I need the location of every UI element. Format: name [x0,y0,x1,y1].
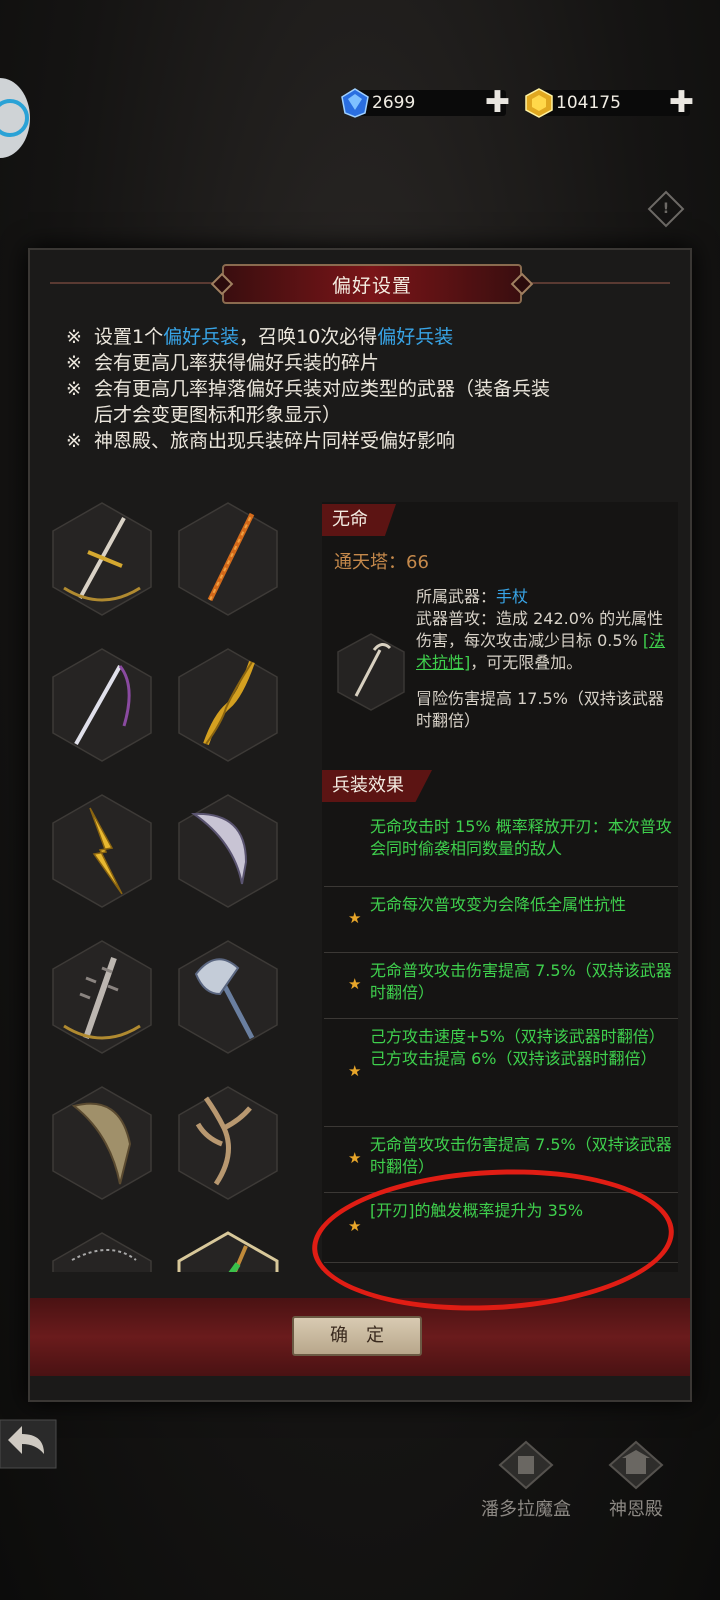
temple-icon [608,1440,664,1490]
note-line: ※ 会有更高几率获得偏好兵装的碎片 [66,352,380,374]
weapon-slot[interactable] [176,1084,280,1202]
note-line: ※ 设置1个偏好兵装，召唤10次必得偏好兵装 [66,326,454,348]
star-icon: ★ [348,909,362,927]
weapon-type: 手杖 [496,587,529,606]
title-divider-left [50,282,222,284]
horn-blade-icon [52,1086,152,1200]
effect-item: 无命攻击时 15% 概率释放开刃：本次普攻会同时偷袭相同数量的敌人 [324,808,678,887]
golden-twisted-staff-icon [178,648,278,762]
star-icon: ★ [348,1062,362,1080]
effects-title-tag: 兵装效果 [322,770,432,802]
temple-label: 神恩殿 [609,1499,663,1520]
effect-text: 无命普攻攻击伤害提高 7.5%（双持该武器时翻倍） [370,961,672,1002]
branch-staff-icon [178,1086,278,1200]
note-line: ※ 会有更高几率掉落偏好兵装对应类型的武器（装备兵装 [66,378,551,400]
ring-icon [0,99,29,137]
pandora-box-button[interactable]: 潘多拉魔盒 [466,1440,586,1521]
star-icon: ★ [348,975,362,993]
blue-gem-icon [341,88,369,118]
confirm-bar: 确定 [30,1298,690,1376]
spiked-mace-icon [52,940,152,1054]
temple-button[interactable]: 神恩殿 [596,1440,676,1521]
back-arrow-icon[interactable] [0,1418,60,1470]
panel-title: 偏好设置 [331,274,412,297]
weapon-slot[interactable] [176,1230,280,1272]
golden-sword-icon [52,502,152,616]
gold-gem-icon [525,88,553,118]
note-line: ※ 神恩殿、旅商出现兵装碎片同样受偏好影响 [66,430,456,452]
weapon-slot[interactable] [50,1084,154,1202]
confirm-button[interactable]: 确定 [292,1316,422,1356]
gold-counter: 104175 ✚ [525,88,694,118]
note-line: 后才会变更图标和形象显示） [94,404,342,426]
katana-icon [52,648,152,762]
star-icon: ★ [348,1217,362,1235]
add-gems-button[interactable]: ✚ [485,88,510,118]
weapon-slot[interactable] [50,1230,154,1272]
title-divider-right [518,282,670,284]
weapon-grid [48,500,310,1272]
curved-blade-icon [178,794,278,908]
cane-icon [337,633,405,711]
weapon-slot[interactable] [50,646,154,764]
effect-item: ★ 无命普攻攻击伤害提高 7.5%（双持该武器时翻倍） [324,1126,678,1193]
effect-text: 己方攻击速度+5%（双持该武器时翻倍） 己方攻击提高 6%（双持该武器时翻倍） [370,1027,665,1068]
effect-item: ★ 无命普攻攻击伤害提高 7.5%（双持该武器时翻倍） [324,952,678,1019]
effect-text: 无命每次普攻变为会降低全属性抗性 [370,895,627,914]
battle-axe-icon [178,940,278,1054]
effect-text: 无命普攻攻击伤害提高 7.5%（双持该武器时翻倍） [370,1135,672,1176]
spear-icon [178,502,278,616]
pandora-box-icon [498,1440,554,1490]
gold-value: 104175 [556,93,621,113]
adventure-bonus: 冒险伤害提高 17.5%（双持该武器时翻倍） [416,689,664,730]
preference-notes: ※ 设置1个偏好兵装，召唤10次必得偏好兵装 ※ 会有更高几率获得偏好兵装的碎片 … [66,324,676,454]
effect-text: 无命攻击时 15% 概率释放开刃：本次普攻会同时偷袭相同数量的敌人 [370,817,672,858]
tower-level: 通天塔：66 [334,552,429,573]
gem-value: 2699 [372,93,416,113]
weapon-name-tag: 无命 [322,504,396,536]
effect-text: [开刃]的触发概率提升为 35% [370,1201,584,1220]
weapon-slot[interactable] [50,792,154,910]
weapon-info: 所属武器：手杖 武器普攻：造成 242.0% 的光属性伤害，每次攻击减少目标 0… [416,586,678,732]
effect-item: ★ 己方攻击速度+5%（双持该武器时翻倍） 己方攻击提高 6%（双持该武器时翻倍） [324,1018,678,1127]
weapon-slot[interactable] [176,938,280,1056]
panel-title-banner: 偏好设置 [210,264,534,304]
effect-item: ★ 无命每次普攻变为会降低全属性抗性 [324,886,678,953]
weapon-slot[interactable] [176,646,280,764]
effect-item: ★ [开刃]的触发概率提升为 35% [324,1192,678,1263]
scythe-icon [177,1231,279,1272]
preference-panel: 偏好设置 ※ 设置1个偏好兵装，召唤10次必得偏好兵装 ※ 会有更高几率获得偏好兵… [28,248,692,1402]
weapon-slot[interactable] [50,938,154,1056]
weapon-slot[interactable] [176,792,280,910]
weapon-detail: 无命 通天塔：66 所属武器：手杖 武器普攻：造成 242.0% 的光属性伤害，… [322,502,678,1272]
preferred-gear-link: 偏好兵装 [377,326,454,348]
preferred-gear-link: 偏好兵装 [163,326,240,348]
weapon-slot[interactable] [50,500,154,618]
weapon-slot[interactable] [176,500,280,618]
pandora-box-label: 潘多拉魔盒 [481,1499,571,1520]
add-gold-button[interactable]: ✚ [669,88,694,118]
lightning-bolt-icon [52,794,152,908]
gem-counter: 2699 ✚ [341,88,510,118]
star-icon: ★ [348,1149,362,1167]
chain-weapon-icon [52,1232,152,1272]
